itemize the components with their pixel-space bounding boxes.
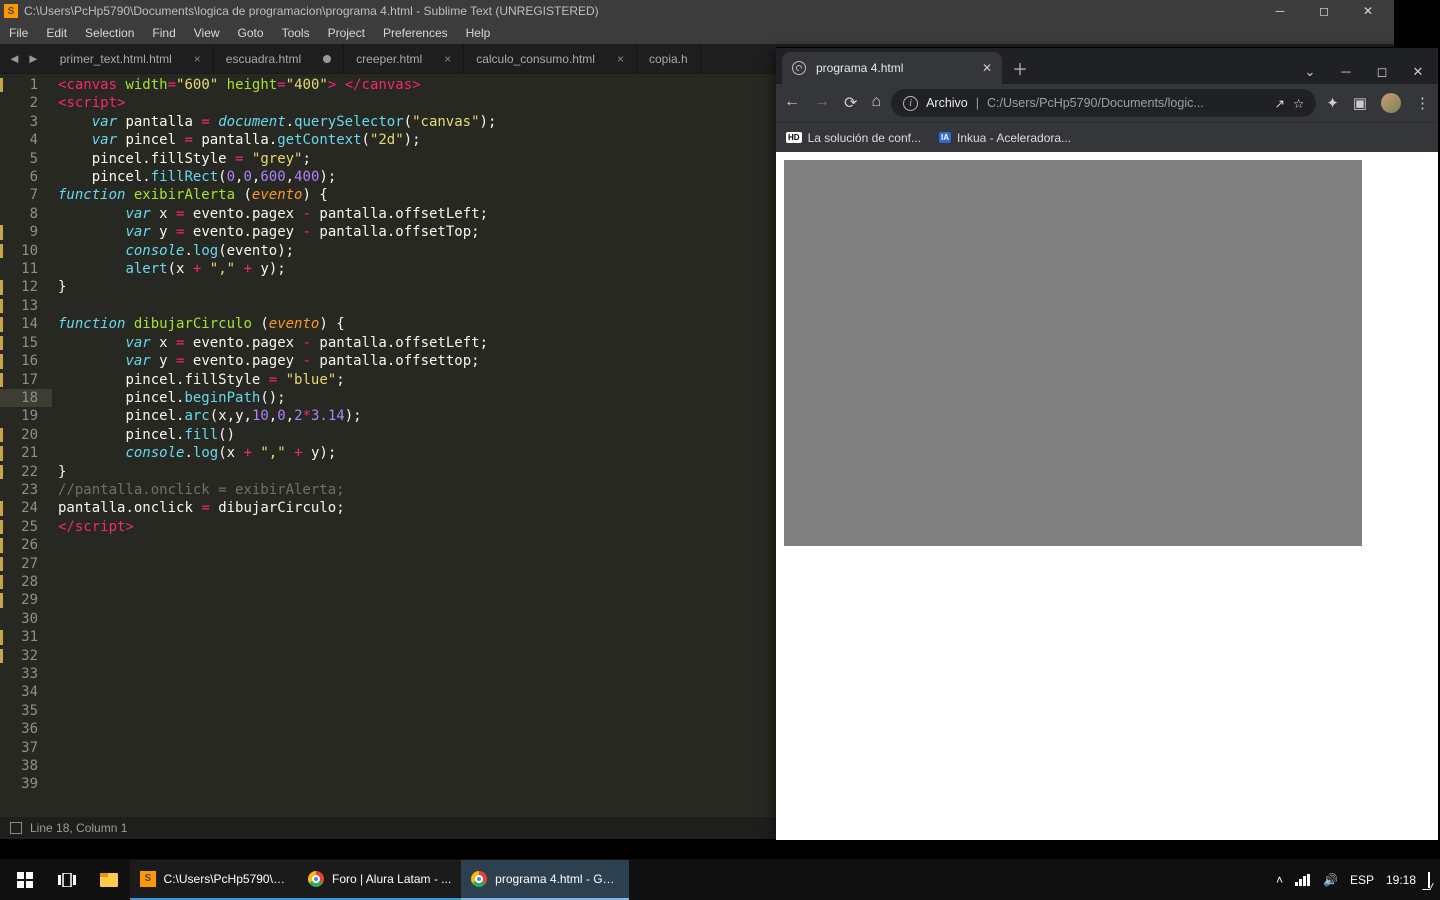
url-path: C:/Users/PcHp5790/Documents/logic... [987, 96, 1267, 110]
file-tab[interactable]: escuadra.html [214, 44, 344, 73]
sublime-icon: S [4, 4, 18, 18]
chrome-tabstrip: programa 4.html ✕ ＋ ⌄ ─ ◻ ✕ [776, 48, 1438, 84]
tab-label: primer_text.html.html [60, 52, 172, 66]
close-button[interactable]: ✕ [1354, 4, 1382, 18]
menu-icon[interactable]: ⋮ [1415, 94, 1430, 112]
windows-taskbar: S C:\Users\PcHp5790\D... Foro | Alura Lata… [0, 859, 1440, 900]
tab-close-icon[interactable]: × [617, 52, 624, 66]
app-label: C:\Users\PcHp5790\D... [164, 872, 288, 886]
reload-button[interactable]: ⟳ [844, 93, 857, 113]
sublime-titlebar[interactable]: S C:\Users\PcHp5790\Documents\logica de … [0, 0, 1394, 22]
minimize-button[interactable]: ─ [1266, 4, 1294, 18]
tab-label: calculo_consumo.html [476, 52, 595, 66]
app-label: Foro | Alura Latam - ... [332, 872, 451, 886]
file-tab[interactable]: copia.h [637, 44, 701, 73]
menu-tools[interactable]: Tools [273, 26, 319, 40]
taskbar-app[interactable]: S C:\Users\PcHp5790\D... [130, 860, 298, 900]
tab-nav-back-icon[interactable]: ◄ [8, 51, 21, 66]
home-button[interactable]: ⌂ [871, 93, 881, 113]
share-icon[interactable]: ↗ [1275, 96, 1285, 111]
url-scheme: Archivo [926, 96, 968, 110]
input-lang[interactable]: ESP [1350, 873, 1374, 887]
address-bar[interactable]: i Archivo | C:/Users/PcHp5790/Documents/… [891, 89, 1316, 117]
bookmark-favicon: HD [786, 132, 802, 143]
tab-close-icon[interactable]: × [444, 52, 451, 66]
favicon-icon [792, 61, 806, 75]
volume-icon[interactable]: 🔊 [1323, 873, 1338, 887]
tab-label: copia.h [649, 52, 688, 66]
app-icon [308, 871, 324, 887]
clock[interactable]: 19:18 [1386, 873, 1416, 887]
tab-nav-fwd-icon[interactable]: ► [27, 51, 40, 66]
tabsearch-icon[interactable]: ⌄ [1296, 64, 1324, 80]
tray-overflow-icon[interactable]: ˄ [1276, 873, 1283, 887]
bookmark-star-icon[interactable]: ☆ [1293, 96, 1304, 111]
maximize-button[interactable]: ◻ [1368, 64, 1396, 80]
bookmark-item[interactable]: IA Inkua - Aceleradora... [939, 131, 1071, 145]
app-icon: S [140, 871, 156, 887]
forward-button[interactable]: → [814, 93, 830, 113]
menu-preferences[interactable]: Preferences [374, 26, 457, 40]
menu-edit[interactable]: Edit [37, 26, 76, 40]
taskbar-app[interactable]: programa 4.html - Go... [461, 860, 629, 900]
menu-help[interactable]: Help [457, 26, 500, 40]
maximize-button[interactable]: ◻ [1310, 4, 1338, 18]
menu-find[interactable]: Find [143, 26, 184, 40]
start-button[interactable] [4, 860, 46, 900]
menu-selection[interactable]: Selection [76, 26, 143, 40]
page-content [776, 152, 1438, 840]
bookmark-item[interactable]: HD La solución de conf... [786, 131, 921, 145]
bookmark-favicon: IA [939, 132, 951, 143]
extensions-icon[interactable]: ✦ [1326, 94, 1339, 112]
menu-view[interactable]: View [185, 26, 229, 40]
taskbar-app[interactable]: Foro | Alura Latam - ... [298, 860, 461, 900]
app-icon [471, 871, 487, 887]
status-cursor: Line 18, Column 1 [30, 821, 127, 835]
notifications-icon[interactable] [1428, 873, 1430, 887]
browser-tab[interactable]: programa 4.html ✕ [782, 52, 1002, 84]
explorer-button[interactable] [88, 860, 130, 900]
system-tray: ˄ 🔊 ESP 19:18 [1276, 873, 1436, 887]
tab-close-icon[interactable]: ✕ [982, 61, 992, 75]
minimize-button[interactable]: ─ [1332, 64, 1360, 80]
tab-title: programa 4.html [816, 61, 972, 75]
chrome-toolbar: ← → ⟳ ⌂ i Archivo | C:/Users/PcHp5790/Do… [776, 84, 1438, 122]
tab-label: escuadra.html [226, 52, 301, 66]
file-tab[interactable]: primer_text.html.html × [48, 44, 214, 73]
dirty-indicator-icon [323, 55, 331, 63]
chrome-window: programa 4.html ✕ ＋ ⌄ ─ ◻ ✕ ← → ⟳ ⌂ i Ar… [776, 47, 1438, 840]
site-info-icon[interactable]: i [903, 96, 918, 111]
new-tab-button[interactable]: ＋ [1008, 56, 1032, 80]
menu-file[interactable]: File [0, 26, 37, 40]
file-tab[interactable]: calculo_consumo.html × [464, 44, 637, 73]
canvas-output[interactable] [784, 160, 1362, 546]
sublime-menubar: FileEditSelectionFindViewGotoToolsProjec… [0, 22, 1394, 44]
statusbar-panel-icon[interactable] [10, 822, 22, 834]
file-tab[interactable]: creeper.html × [344, 44, 464, 73]
back-button[interactable]: ← [784, 93, 800, 113]
bookmark-label: Inkua - Aceleradora... [957, 131, 1071, 145]
menu-goto[interactable]: Goto [229, 26, 273, 40]
network-icon[interactable] [1295, 874, 1311, 886]
sidepanel-icon[interactable]: ▣ [1353, 94, 1367, 112]
bookmark-label: La solución de conf... [808, 131, 921, 145]
menu-project[interactable]: Project [319, 26, 374, 40]
sublime-title: C:\Users\PcHp5790\Documents\logica de pr… [24, 4, 599, 18]
tab-label: creeper.html [356, 52, 422, 66]
app-label: programa 4.html - Go... [495, 872, 619, 886]
profile-avatar[interactable] [1381, 93, 1401, 113]
taskview-button[interactable] [46, 860, 88, 900]
tab-close-icon[interactable]: × [194, 52, 201, 66]
bookmarks-bar: HD La solución de conf... IA Inkua - Aceler… [776, 122, 1438, 152]
line-gutter: 1234567891011121314151617181920212223242… [0, 74, 52, 817]
close-button[interactable]: ✕ [1404, 64, 1432, 80]
